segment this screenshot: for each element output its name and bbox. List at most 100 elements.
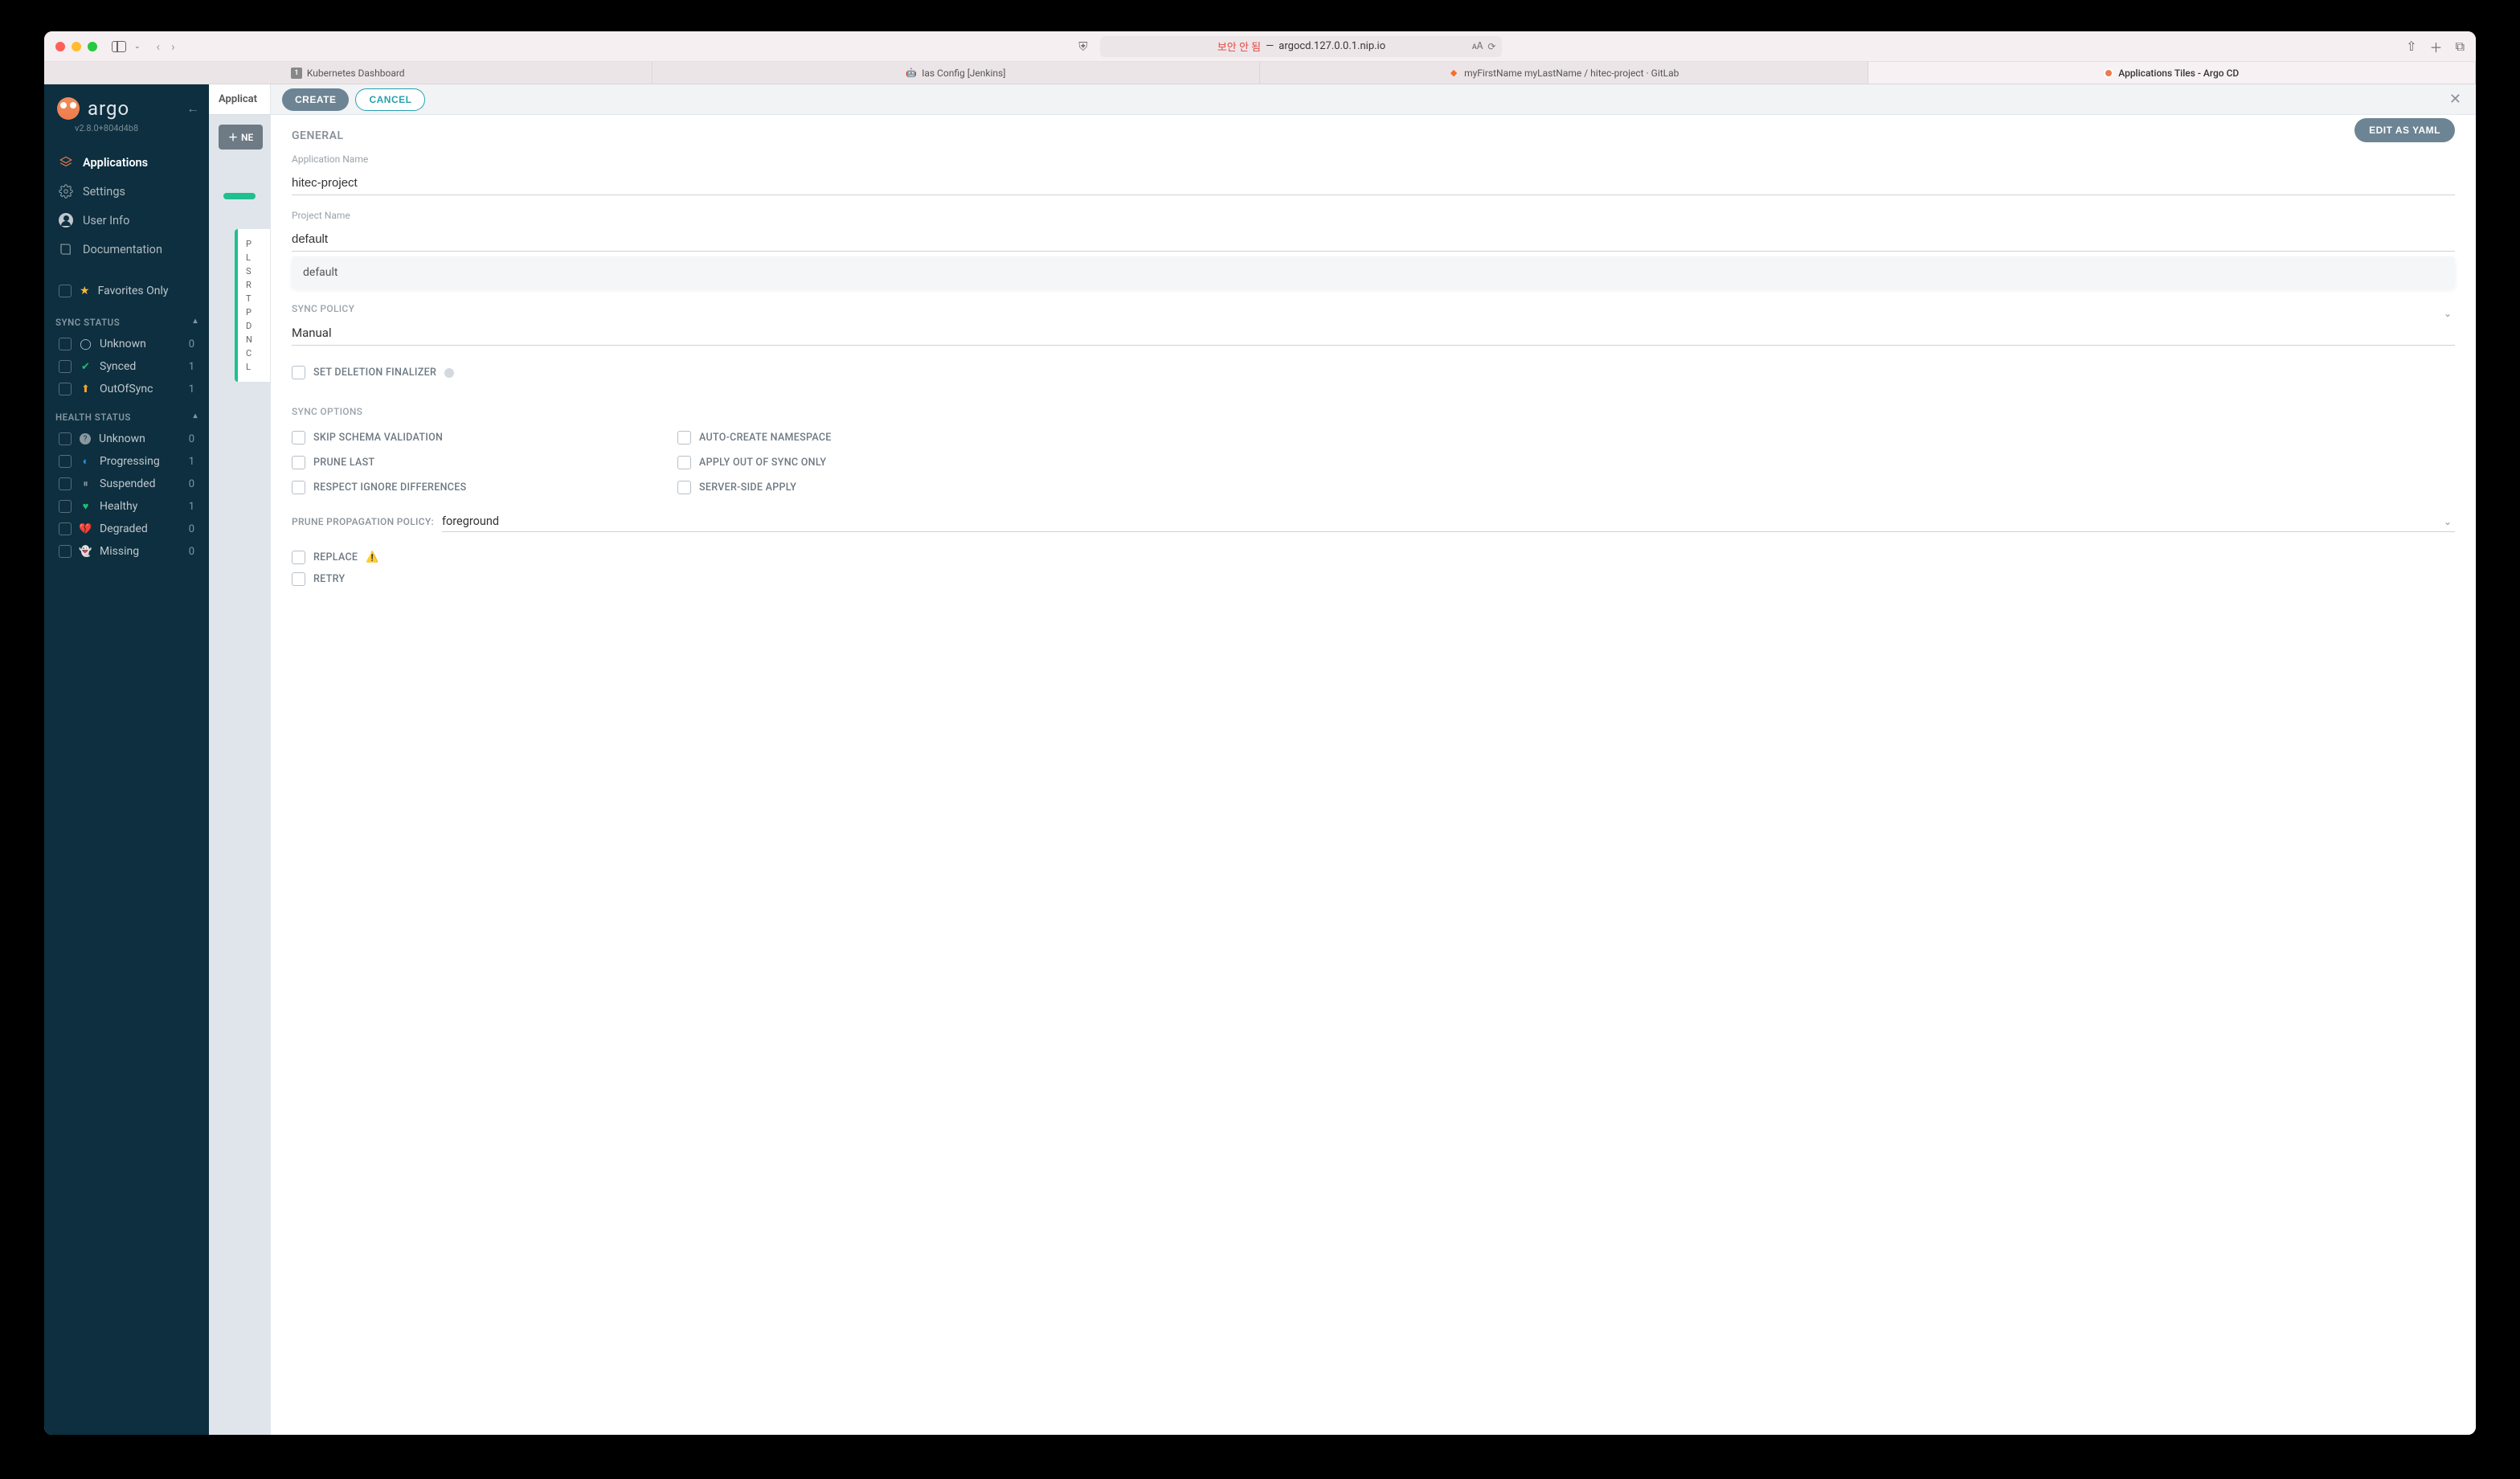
filter-sync-unknown[interactable]: ◯ Unknown 0 xyxy=(44,333,209,355)
edit-as-yaml-button[interactable]: EDIT AS YAML xyxy=(2354,118,2455,142)
filter-sync-outofsync[interactable]: ⬆ OutOfSync 1 xyxy=(44,378,209,400)
forward-button[interactable]: › xyxy=(171,39,175,54)
option-server-side-apply[interactable]: SERVER-SIDE APPLY xyxy=(677,477,1031,498)
argo-nav: Applications Settings User Info Doc xyxy=(44,133,209,270)
checkbox[interactable] xyxy=(59,545,72,558)
sync-policy-select[interactable]: Manual ⌄ xyxy=(292,321,2455,346)
create-button[interactable]: CREATE xyxy=(282,88,349,111)
nav-label: Settings xyxy=(83,185,125,199)
browser-tab-jenkins[interactable]: 🤖 Ias Config [Jenkins] xyxy=(652,62,1261,84)
url-bar[interactable]: 보안 안 됨 — argocd.127.0.0.1.nip.io 🗚 ⟳ xyxy=(1100,36,1502,57)
checkbox[interactable] xyxy=(59,477,72,490)
help-icon[interactable] xyxy=(444,368,454,378)
checkbox[interactable] xyxy=(59,432,72,445)
argo-sidebar: argo ← v2.8.0+804d4b8 Applications Setti… xyxy=(44,84,209,1435)
translate-icon[interactable]: 🗚 xyxy=(1472,40,1483,52)
sync-options-grid: SKIP SCHEMA VALIDATION AUTO-CREATE NAMES… xyxy=(292,427,1031,498)
browser-tab-argocd[interactable]: Applications Tiles - Argo CD xyxy=(1868,62,2477,84)
tabs-overview-icon[interactable]: ⧉ xyxy=(2456,39,2465,55)
nav-label: Applications xyxy=(83,156,148,170)
checkbox[interactable] xyxy=(677,456,691,469)
option-auto-create-namespace[interactable]: AUTO-CREATE NAMESPACE xyxy=(677,427,1031,449)
checkbox[interactable] xyxy=(292,572,305,586)
checkbox[interactable] xyxy=(59,383,72,395)
option-replace[interactable]: REPLACE ⚠️ xyxy=(292,547,2455,568)
application-name-field: Application Name xyxy=(292,154,2455,195)
warning-icon: ⚠️ xyxy=(366,551,379,563)
jenkins-icon: 🤖 xyxy=(906,68,917,79)
checkbox[interactable] xyxy=(677,431,691,445)
nav-documentation[interactable]: Documentation xyxy=(44,235,209,264)
health-status-heading[interactable]: HEALTH STATUS ▴ xyxy=(44,400,209,428)
sync-status-heading[interactable]: SYNC STATUS ▴ xyxy=(44,305,209,333)
new-app-button[interactable]: ＋ NE xyxy=(219,125,263,150)
nav-settings[interactable]: Settings xyxy=(44,177,209,206)
option-retry[interactable]: RETRY xyxy=(292,568,2455,590)
checkbox[interactable] xyxy=(292,431,305,445)
healthy-icon: ♥ xyxy=(80,501,92,513)
checkbox[interactable] xyxy=(59,338,72,350)
browser-tab-k8s[interactable]: 1 Kubernetes Dashboard xyxy=(44,62,652,84)
sync-options-heading: SYNC OPTIONS xyxy=(292,406,2455,417)
question-icon: ? xyxy=(80,433,91,445)
nav-user-info[interactable]: User Info xyxy=(44,206,209,235)
browser-tab-gitlab[interactable]: ◆ myFirstName myLastName / hitec-project… xyxy=(1260,62,1868,84)
checkbox[interactable] xyxy=(292,551,305,564)
shield-icon[interactable]: ⛨ xyxy=(1078,39,1087,54)
checkbox[interactable] xyxy=(677,481,691,494)
reload-icon[interactable]: ⟳ xyxy=(1487,41,1495,52)
filter-health-progressing[interactable]: ◐ Progressing 1 xyxy=(44,450,209,473)
checkbox[interactable] xyxy=(59,522,72,535)
filter-health-suspended[interactable]: ⏸ Suspended 0 xyxy=(44,473,209,495)
checkbox[interactable] xyxy=(292,456,305,469)
option-label: PRUNE LAST xyxy=(313,457,374,469)
filter-label: Unknown xyxy=(99,432,145,445)
checkbox[interactable] xyxy=(59,455,72,468)
user-icon xyxy=(59,213,73,227)
sidebar-toggle-icon[interactable] xyxy=(112,41,126,52)
checkbox[interactable] xyxy=(292,481,305,494)
app-card[interactable]: P L S R T P D N C L xyxy=(235,229,275,382)
close-icon[interactable]: ✕ xyxy=(2446,88,2465,111)
share-icon[interactable]: ⇧ xyxy=(2406,39,2416,54)
filter-health-degraded[interactable]: 💔 Degraded 0 xyxy=(44,518,209,540)
option-label: APPLY OUT OF SYNC ONLY xyxy=(699,457,826,469)
option-prune-last[interactable]: PRUNE LAST xyxy=(292,452,645,473)
new-tab-icon[interactable]: ＋ xyxy=(2430,37,2443,56)
project-name-input[interactable] xyxy=(292,227,2455,252)
close-window-button[interactable] xyxy=(55,42,65,51)
cancel-button[interactable]: CANCEL xyxy=(355,88,425,111)
tab-label: myFirstName myLastName / hitec-project ·… xyxy=(1464,68,1679,79)
filter-count: 1 xyxy=(189,361,194,373)
project-name-suggestion[interactable]: default xyxy=(292,256,2455,289)
chevron-down-icon[interactable]: ⌄ xyxy=(134,43,141,51)
filter-health-unknown[interactable]: ? Unknown 0 xyxy=(44,428,209,450)
collapse-sidebar-icon[interactable]: ← xyxy=(186,100,199,117)
minimize-window-button[interactable] xyxy=(72,42,81,51)
back-button[interactable]: ‹ xyxy=(157,39,161,54)
checkbox[interactable] xyxy=(59,360,72,373)
favorites-only-filter[interactable]: ★ Favorites Only xyxy=(44,277,209,305)
filter-health-healthy[interactable]: ♥ Healthy 1 xyxy=(44,495,209,518)
filter-count: 1 xyxy=(189,383,194,395)
option-respect-ignore-differences[interactable]: RESPECT IGNORE DIFFERENCES xyxy=(292,477,645,498)
filter-sync-synced[interactable]: ✔ Synced 1 xyxy=(44,355,209,378)
synced-icon: ✔ xyxy=(80,361,92,373)
nav-applications[interactable]: Applications xyxy=(44,148,209,177)
set-deletion-finalizer-option[interactable]: SET DELETION FINALIZER xyxy=(292,362,2455,383)
checkbox[interactable] xyxy=(59,500,72,513)
option-skip-schema-validation[interactable]: SKIP SCHEMA VALIDATION xyxy=(292,427,645,449)
option-label: RESPECT IGNORE DIFFERENCES xyxy=(313,481,466,494)
layers-icon xyxy=(59,155,73,170)
tab-label: Applications Tiles - Argo CD xyxy=(2118,68,2239,79)
application-name-input[interactable] xyxy=(292,171,2455,195)
option-label: SKIP SCHEMA VALIDATION xyxy=(313,432,443,444)
prune-propagation-select[interactable]: foreground ⌄ xyxy=(442,511,2455,532)
maximize-window-button[interactable] xyxy=(88,42,97,51)
option-apply-out-of-sync-only[interactable]: APPLY OUT OF SYNC ONLY xyxy=(677,452,1031,473)
filter-count: 0 xyxy=(189,478,194,490)
checkbox[interactable] xyxy=(59,285,72,297)
filter-health-missing[interactable]: 👻 Missing 0 xyxy=(44,540,209,563)
checkbox[interactable] xyxy=(292,366,305,379)
chevron-down-icon: ⌄ xyxy=(2444,308,2452,319)
